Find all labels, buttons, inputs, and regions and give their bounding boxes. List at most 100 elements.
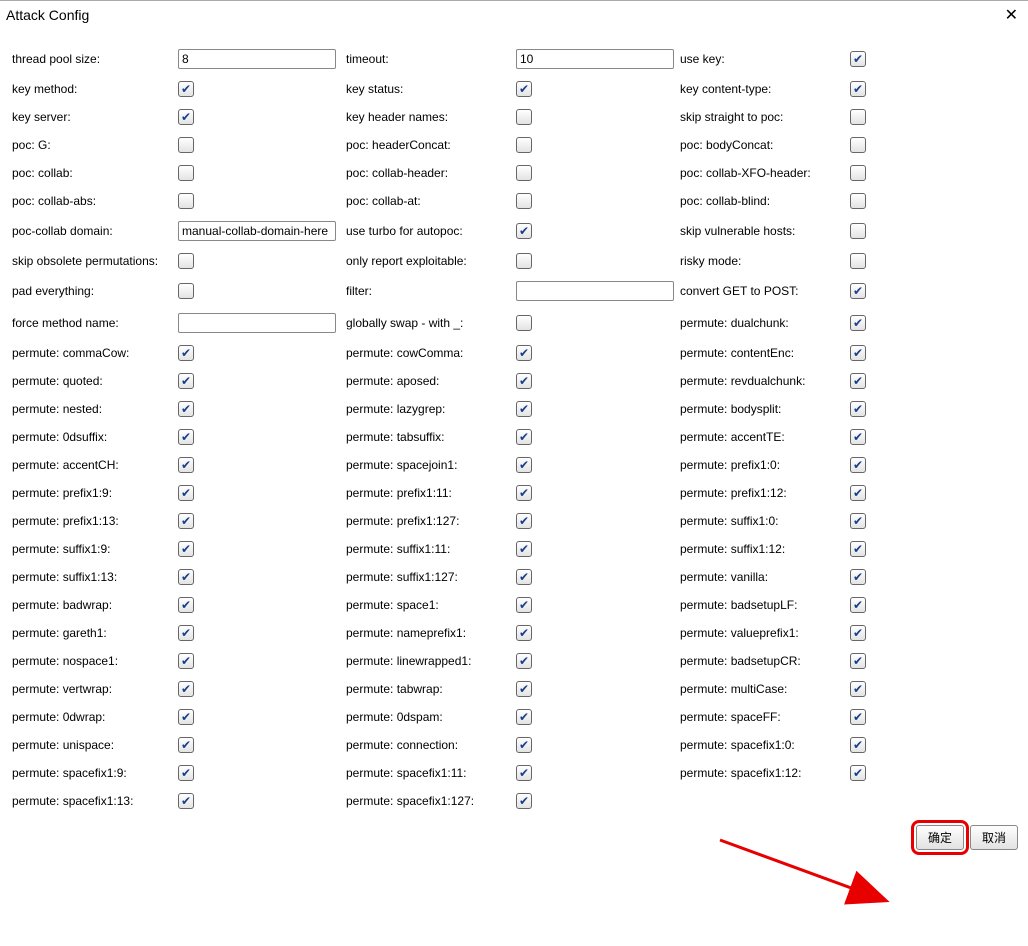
permute-contentenc-checkbox[interactable]: [850, 345, 866, 361]
permute-0dspam-checkbox[interactable]: [516, 709, 532, 725]
permute-prefix1-9-checkbox[interactable]: [178, 485, 194, 501]
risky-mode-control-cell: [850, 253, 872, 269]
skip-straight-to-poc-checkbox[interactable]: [850, 109, 866, 125]
permute-quoted-label: permute: quoted:: [12, 374, 178, 388]
poc-collab-blind-checkbox[interactable]: [850, 193, 866, 209]
permute-vertwrap-checkbox[interactable]: [178, 681, 194, 697]
permute-badwrap-checkbox[interactable]: [178, 597, 194, 613]
poc-collab-xfo-header-checkbox[interactable]: [850, 165, 866, 181]
permute-0dsuffix-checkbox[interactable]: [178, 429, 194, 445]
permute-prefix1-127-label: permute: prefix1:127:: [346, 514, 516, 528]
force-method-name-input[interactable]: [178, 313, 336, 333]
risky-mode-checkbox[interactable]: [850, 253, 866, 269]
permute-spaceff-checkbox[interactable]: [850, 709, 866, 725]
ok-button[interactable]: 确定: [916, 825, 964, 850]
permute-tabwrap-checkbox[interactable]: [516, 681, 532, 697]
permute-cowcomma-checkbox[interactable]: [516, 345, 532, 361]
skip-obsolete-permutations-checkbox[interactable]: [178, 253, 194, 269]
permute-spacefix1-11-checkbox[interactable]: [516, 765, 532, 781]
skip-vulnerable-hosts-checkbox[interactable]: [850, 223, 866, 239]
convert-get-to-post-checkbox[interactable]: [850, 283, 866, 299]
permute-revdualchunk-checkbox[interactable]: [850, 373, 866, 389]
permute-commacow-checkbox[interactable]: [178, 345, 194, 361]
use-key-checkbox[interactable]: [850, 51, 866, 67]
key-method-checkbox[interactable]: [178, 81, 194, 97]
permute-badsetupcr-checkbox[interactable]: [850, 653, 866, 669]
poc-collab-header-checkbox[interactable]: [516, 165, 532, 181]
thread-pool-size-input[interactable]: [178, 49, 336, 69]
use-turbo-autopoc-checkbox[interactable]: [516, 223, 532, 239]
permute-lazygrep-checkbox[interactable]: [516, 401, 532, 417]
thread-pool-size-control-cell: [178, 49, 346, 69]
poc-collab-domain-control-cell: [178, 221, 346, 241]
poc-collab-domain-input[interactable]: [178, 221, 336, 241]
convert-get-to-post-control-cell: [850, 283, 872, 299]
permute-spacefix1-9-checkbox[interactable]: [178, 765, 194, 781]
filter-input[interactable]: [516, 281, 674, 301]
permute-nameprefix1-checkbox[interactable]: [516, 625, 532, 641]
key-status-control-cell: [516, 81, 680, 97]
permute-spacefix1-0-checkbox[interactable]: [850, 737, 866, 753]
permute-spacefix1-127-checkbox[interactable]: [516, 793, 532, 809]
permute-suffix1-12-checkbox[interactable]: [850, 541, 866, 557]
permute-valueprefix1-checkbox[interactable]: [850, 625, 866, 641]
key-header-names-checkbox[interactable]: [516, 109, 532, 125]
poc-collab-checkbox[interactable]: [178, 165, 194, 181]
permute-spacefix1-12-checkbox[interactable]: [850, 765, 866, 781]
key-content-type-checkbox[interactable]: [850, 81, 866, 97]
permute-aposed-checkbox[interactable]: [516, 373, 532, 389]
globally-swap-dash-underscore-checkbox[interactable]: [516, 315, 532, 331]
key-status-checkbox[interactable]: [516, 81, 532, 97]
only-report-exploitable-checkbox[interactable]: [516, 253, 532, 269]
permute-prefix1-13-label: permute: prefix1:13:: [12, 514, 178, 528]
permute-bodysplit-checkbox[interactable]: [850, 401, 866, 417]
poc-collab-abs-checkbox[interactable]: [178, 193, 194, 209]
permute-0dwrap-checkbox[interactable]: [178, 709, 194, 725]
pad-everything-checkbox[interactable]: [178, 283, 194, 299]
permute-quoted-checkbox[interactable]: [178, 373, 194, 389]
permute-spaceff-label: permute: spaceFF:: [680, 710, 850, 724]
poc-collab-at-checkbox[interactable]: [516, 193, 532, 209]
cancel-button[interactable]: 取消: [970, 825, 1018, 850]
permute-suffix1-0-checkbox[interactable]: [850, 513, 866, 529]
poc-collab-xfo-header-label: poc: collab-XFO-header:: [680, 166, 850, 180]
permute-multicase-checkbox[interactable]: [850, 681, 866, 697]
permute-connection-checkbox[interactable]: [516, 737, 532, 753]
permute-linewrapped1-checkbox[interactable]: [516, 653, 532, 669]
permute-space1-checkbox[interactable]: [516, 597, 532, 613]
key-server-checkbox[interactable]: [178, 109, 194, 125]
timeout-input[interactable]: [516, 49, 674, 69]
permute-unispace-checkbox[interactable]: [178, 737, 194, 753]
permute-suffix1-11-checkbox[interactable]: [516, 541, 532, 557]
permute-spacejoin1-checkbox[interactable]: [516, 457, 532, 473]
permute-prefix1-127-checkbox[interactable]: [516, 513, 532, 529]
permute-badsetuplf-checkbox[interactable]: [850, 597, 866, 613]
permute-gareth1-checkbox[interactable]: [178, 625, 194, 641]
permute-accentch-checkbox[interactable]: [178, 457, 194, 473]
permute-accentte-checkbox[interactable]: [850, 429, 866, 445]
permute-prefix1-0-checkbox[interactable]: [850, 457, 866, 473]
permute-tabsuffix-checkbox[interactable]: [516, 429, 532, 445]
permute-suffix1-127-checkbox[interactable]: [516, 569, 532, 585]
permute-prefix1-12-checkbox[interactable]: [850, 485, 866, 501]
permute-prefix1-11-checkbox[interactable]: [516, 485, 532, 501]
permute-prefix1-9-control-cell: [178, 485, 346, 501]
poc-bodyconcat-checkbox[interactable]: [850, 137, 866, 153]
skip-vulnerable-hosts-label: skip vulnerable hosts:: [680, 224, 850, 238]
permute-suffix1-11-control-cell: [516, 541, 680, 557]
close-icon[interactable]: ✕: [1005, 5, 1018, 25]
permute-nested-checkbox[interactable]: [178, 401, 194, 417]
use-turbo-autopoc-control-cell: [516, 223, 680, 239]
permute-prefix1-13-checkbox[interactable]: [178, 513, 194, 529]
permute-spacejoin1-control-cell: [516, 457, 680, 473]
poc-headerconcat-checkbox[interactable]: [516, 137, 532, 153]
permute-nospace1-checkbox[interactable]: [178, 653, 194, 669]
permute-dualchunk-checkbox[interactable]: [850, 315, 866, 331]
permute-spacefix1-13-checkbox[interactable]: [178, 793, 194, 809]
permute-accentte-label: permute: accentTE:: [680, 430, 850, 444]
permute-suffix1-9-checkbox[interactable]: [178, 541, 194, 557]
permute-bodysplit-label: permute: bodysplit:: [680, 402, 850, 416]
permute-suffix1-13-checkbox[interactable]: [178, 569, 194, 585]
permute-vanilla-checkbox[interactable]: [850, 569, 866, 585]
poc-g-checkbox[interactable]: [178, 137, 194, 153]
